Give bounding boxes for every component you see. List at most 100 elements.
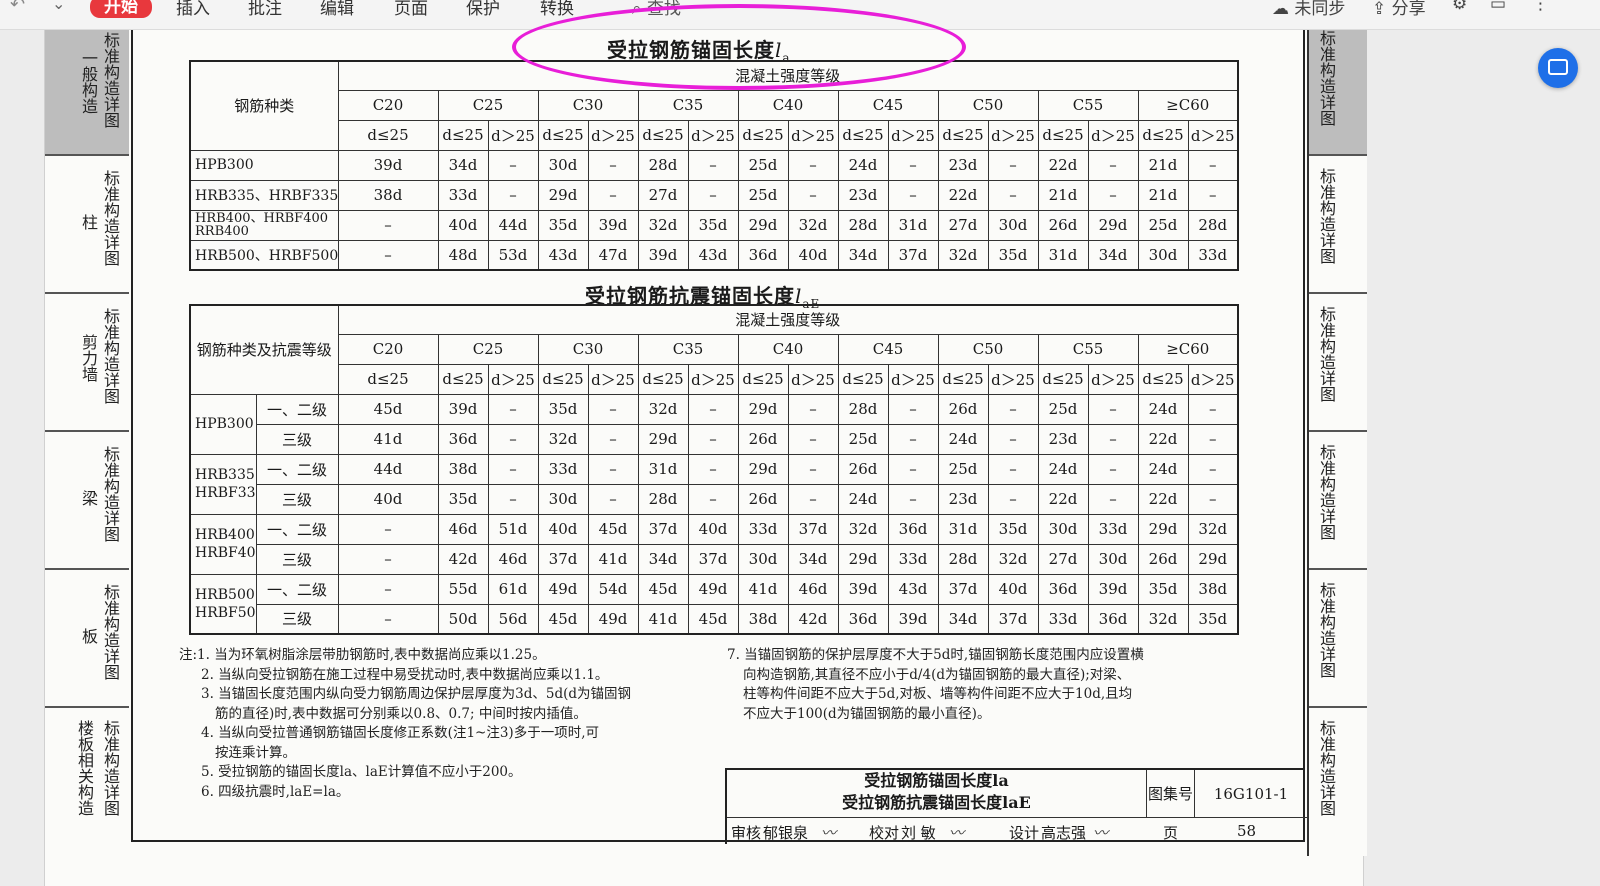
seismic-level-cell: 一、二级 [255, 573, 339, 605]
note-line: 筋的直径)时,表中数据可分别乘以0.8、0.7; 中间时按内插值。 [215, 705, 587, 722]
grade-cell: C35 [637, 89, 739, 121]
diameter-cell: d≤25 [537, 363, 589, 395]
table-row: HRB335 HRBF335一、二级44d38d–33d–31d–29d–26d… [189, 453, 1239, 515]
value-cell: 39d [1087, 573, 1139, 605]
diameter-cell: d≤25 [637, 119, 689, 151]
page-label: 页 [1163, 824, 1179, 842]
value-cell: – [687, 483, 739, 515]
value-cell: 35d [1137, 573, 1189, 605]
sidebar-item-column[interactable]: 柱 标准构造详图 [45, 156, 129, 294]
settings-icon[interactable]: ⚙ [1452, 0, 1467, 14]
value-cell: 28d [637, 149, 689, 181]
value-cell: – [687, 393, 739, 425]
grade-cell: C20 [337, 89, 439, 121]
value-cell: 42d [787, 603, 839, 635]
value-cell: 25d [837, 423, 889, 455]
value-cell: – [587, 393, 639, 425]
sidebar-item-slab[interactable]: 板 标准构造详图 [45, 570, 129, 708]
sidebar-right-label: 标准构造详图 [1317, 168, 1336, 264]
sidebar-right-item[interactable]: 标准构造详图 [1309, 30, 1367, 156]
value-cell: – [987, 483, 1039, 515]
tab-convert[interactable]: 转换 [540, 0, 574, 19]
sidebar-item-floor-related[interactable]: 楼板相关构造 标准构造详图 [45, 708, 129, 856]
value-cell: – [587, 483, 639, 515]
value-cell: – [887, 483, 939, 515]
value-cell: 21d [1037, 179, 1089, 211]
value-cell: – [887, 179, 939, 211]
sidebar-item-shear-wall[interactable]: 剪力墙 标准构造详图 [45, 294, 129, 432]
diameter-cell: d≤25 [437, 119, 489, 151]
sidebar-right-item[interactable]: 标准构造详图 [1309, 570, 1367, 708]
value-cell: 35d [687, 209, 739, 241]
highlight-ellipse-annotation[interactable] [512, 4, 966, 90]
rebar-type-cell: HPB300 [189, 393, 257, 455]
rebar-type-cell: HRB500、HRBF500 [189, 239, 339, 271]
value-cell: – [687, 149, 739, 181]
value-cell: 25d [1137, 209, 1189, 241]
note-line: 注:1. 当为环氧树脂涂层带肋钢筋时,表中数据尚应乘以1.25。 [179, 647, 546, 663]
diameter-cell: d＞25 [487, 119, 539, 151]
value-cell: 36d [437, 423, 489, 455]
title-block-heading: 受拉钢筋锚固长度la 受拉钢筋抗震锚固长度laE [727, 770, 1147, 818]
sync-status[interactable]: ☁ 未同步 [1272, 0, 1345, 19]
value-cell: – [687, 179, 739, 211]
header-row: 钢筋种类及抗震等级 混凝土强度等级 [189, 304, 1239, 395]
value-cell: 29d [1087, 209, 1139, 241]
sidebar-item-general[interactable]: 一般构造 标准构造详图 [45, 30, 129, 156]
value-cell: 37d [537, 543, 589, 575]
tab-comment[interactable]: 批注 [248, 0, 282, 19]
row-header-cell: 钢筋种类及抗震等级 [189, 304, 339, 395]
value-cell: 44d [487, 209, 539, 241]
tab-page[interactable]: 页面 [394, 0, 428, 19]
grade-cell: C30 [537, 333, 639, 365]
value-cell: – [1187, 423, 1239, 455]
tab-start[interactable]: 开始 [90, 0, 152, 18]
table-row: 三级 40d 35d –30d –28d –26d –24d –23d –22d –22d – [190, 483, 1239, 515]
value-cell: 45d [587, 513, 639, 545]
more-icon[interactable]: ⋮ [1532, 0, 1549, 14]
floating-tool-button[interactable] [1538, 48, 1578, 88]
value-cell: 26d [737, 483, 789, 515]
value-cell: 23d [937, 483, 989, 515]
value-cell: 31d [937, 513, 989, 545]
value-cell: 38d [437, 453, 489, 485]
value-cell: 46d [437, 513, 489, 545]
value-cell: 34d [1087, 239, 1139, 271]
sidebar-right-item[interactable]: 标准构造详图 [1309, 708, 1367, 856]
sidebar-right-item[interactable]: 标准构造详图 [1309, 294, 1367, 432]
sidebar-item-title: 板 [79, 628, 98, 644]
value-cell: 49d [687, 573, 739, 605]
value-cell: – [1087, 453, 1139, 485]
tab-protect[interactable]: 保护 [466, 0, 500, 19]
diameter-cell: d＞25 [587, 119, 639, 151]
diameter-cell: d≤25 [937, 363, 989, 395]
note-line: 6. 四级抗震时,laE=la。 [201, 783, 350, 800]
value-cell: 30d [987, 209, 1039, 241]
value-cell: 25d [937, 453, 989, 485]
message-icon[interactable]: ▭ [1490, 0, 1506, 14]
value-cell: 39d [587, 209, 639, 241]
value-cell: 29d [537, 179, 589, 211]
back-icon[interactable]: ↶ [10, 0, 25, 15]
tab-edit[interactable]: 编辑 [320, 0, 354, 19]
value-cell: 36d [887, 513, 939, 545]
sidebar-right-item[interactable]: 标准构造详图 [1309, 156, 1367, 294]
designer-name: 高志强 [1041, 824, 1087, 842]
chevron-down-icon[interactable]: ⌄ [52, 0, 65, 13]
sidebar-item-beam[interactable]: 梁 标准构造详图 [45, 432, 129, 570]
value-cell: 43d [887, 573, 939, 605]
value-cell: 30d [1137, 239, 1189, 271]
value-cell: – [337, 239, 439, 271]
tab-insert[interactable]: 插入 [176, 0, 210, 19]
grade-row: C20 C25 C30 C35 C40 C45 C50 C55 ≥C60 [190, 333, 1239, 365]
share-button[interactable]: ⇪ 分享 [1372, 0, 1426, 19]
diameter-cell: d＞25 [687, 363, 739, 395]
note-line: 不应大于100(d为锚固钢筋的最小直径)。 [743, 705, 991, 722]
value-cell: – [1087, 149, 1139, 181]
drawing-frame: 受拉钢筋锚固长度la 钢筋种类 混凝土强度等级 C20 C25 C30 C35 C40 C45… [131, 30, 1305, 842]
sidebar-right-item[interactable]: 标准构造详图 [1309, 432, 1367, 570]
value-cell: 55d [437, 573, 489, 605]
value-cell: 32d [937, 239, 989, 271]
diameter-cell: d≤25 [637, 363, 689, 395]
review-label: 审核 [731, 824, 762, 842]
